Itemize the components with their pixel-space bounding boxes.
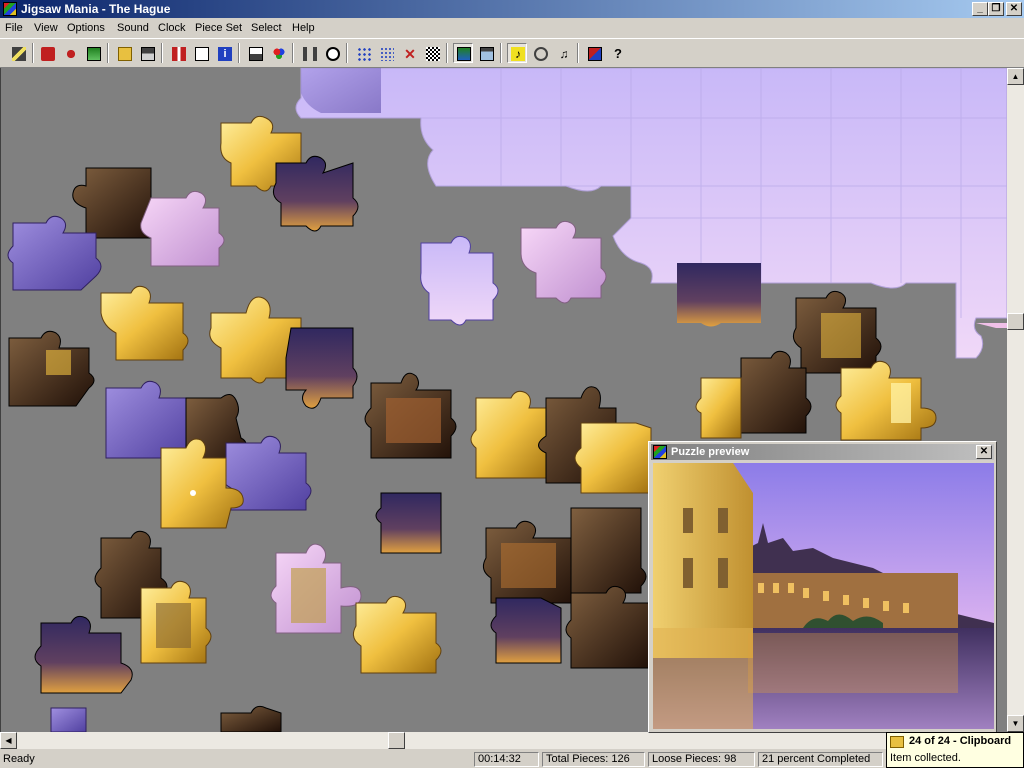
preview-icon[interactable] xyxy=(476,43,496,63)
title-bar: Jigsaw Mania - The Hague _ ❐ ✕ xyxy=(0,0,1024,18)
menu-piece-set[interactable]: Piece Set xyxy=(195,21,242,35)
notification-title: 24 of 24 - Clipboard xyxy=(909,735,1012,747)
notification-text: Item collected. xyxy=(890,752,961,764)
colors-icon[interactable] xyxy=(268,43,288,63)
loose-piece[interactable] xyxy=(695,377,742,439)
scroll-left-icon[interactable]: ◀ xyxy=(0,732,17,749)
menu-clock[interactable]: Clock xyxy=(158,21,186,35)
loose-piece[interactable] xyxy=(220,705,282,732)
toolbar-separator xyxy=(238,43,240,63)
scroll-down-icon[interactable]: ▼ xyxy=(1007,715,1024,732)
help-icon[interactable]: ? xyxy=(607,43,627,63)
loose-piece[interactable] xyxy=(733,350,812,434)
menu-options[interactable]: Options xyxy=(67,21,105,35)
restore-button[interactable]: ❐ xyxy=(988,2,1004,16)
clipboard-notification[interactable]: 24 of 24 - Clipboard Item collected. xyxy=(886,732,1024,768)
menu-select[interactable]: Select xyxy=(251,21,282,35)
loose-piece[interactable] xyxy=(565,585,652,669)
vertical-scrollbar[interactable]: ▲ ▼ xyxy=(1007,68,1024,732)
preview-close-button[interactable]: ✕ xyxy=(976,445,992,459)
sound-icon[interactable] xyxy=(530,43,550,63)
music-icon[interactable]: ♪ xyxy=(507,43,527,63)
toolbar-separator xyxy=(446,43,448,63)
puzzle-preview-window[interactable]: Puzzle preview ✕ xyxy=(648,441,997,733)
menu-file[interactable]: File xyxy=(5,21,23,35)
delete-icon[interactable]: ✕ xyxy=(399,43,419,63)
status-loose-pieces: Loose Pieces: 98 xyxy=(648,752,755,767)
toolbar-separator xyxy=(500,43,502,63)
timer-icon[interactable] xyxy=(299,43,319,63)
toolbar-separator xyxy=(292,43,294,63)
loose-piece[interactable] xyxy=(140,190,225,267)
loose-piece[interactable] xyxy=(482,520,577,604)
status-percent-completed: 21 percent Completed xyxy=(758,752,883,767)
properties-icon[interactable] xyxy=(245,43,265,63)
toolbar-separator xyxy=(346,43,348,63)
scatter-icon[interactable] xyxy=(60,43,80,63)
assembled-region[interactable] xyxy=(295,68,1007,359)
loose-piece[interactable] xyxy=(270,543,362,634)
menu-bar: File View Options Sound Clock Piece Set … xyxy=(0,18,1024,38)
loose-piece[interactable] xyxy=(375,492,442,554)
toolbar-separator xyxy=(577,43,579,63)
loose-piece[interactable] xyxy=(105,380,192,459)
preview-image xyxy=(653,463,994,729)
toolbar: i ✕ ♪ ♫ ? xyxy=(0,38,1024,68)
loose-piece[interactable] xyxy=(570,507,647,594)
loose-piece[interactable] xyxy=(272,155,359,232)
loose-piece[interactable] xyxy=(420,235,499,326)
window-title: Jigsaw Mania - The Hague xyxy=(21,2,171,16)
save-icon[interactable] xyxy=(137,43,157,63)
loose-piece[interactable] xyxy=(835,360,937,441)
jigsaw-app-icon[interactable] xyxy=(3,2,17,16)
horizontal-scroll-thumb[interactable] xyxy=(388,732,405,749)
loose-piece[interactable] xyxy=(574,422,652,494)
grid-select-icon[interactable] xyxy=(376,43,396,63)
vertical-scroll-thumb[interactable] xyxy=(1007,313,1024,330)
loose-piece[interactable] xyxy=(8,330,95,407)
loose-piece[interactable] xyxy=(34,615,133,694)
gift-icon[interactable] xyxy=(168,43,188,63)
preview-app-icon xyxy=(653,445,667,459)
minimize-button[interactable]: _ xyxy=(972,2,988,16)
preview-title-bar[interactable]: Puzzle preview ✕ xyxy=(651,444,994,460)
pattern-icon[interactable] xyxy=(422,43,442,63)
toolbar-separator xyxy=(161,43,163,63)
status-time: 00:14:32 xyxy=(474,752,539,767)
preview-title: Puzzle preview xyxy=(671,446,750,458)
loose-piece[interactable] xyxy=(140,580,212,664)
windows-icon[interactable] xyxy=(584,43,604,63)
menu-view[interactable]: View xyxy=(34,21,58,35)
loose-piece[interactable] xyxy=(50,707,87,732)
clock-icon[interactable] xyxy=(322,43,342,63)
scroll-up-icon[interactable]: ▲ xyxy=(1007,68,1024,85)
status-bar: Ready 00:14:32 Total Pieces: 126 Loose P… xyxy=(0,750,1024,768)
loose-piece[interactable] xyxy=(490,597,562,664)
menu-help[interactable]: Help xyxy=(292,21,315,35)
loose-piece[interactable] xyxy=(100,285,189,361)
horizontal-scrollbar[interactable]: ◀ ▶ xyxy=(0,732,1007,749)
picture-icon[interactable] xyxy=(83,43,103,63)
menu-sound[interactable]: Sound xyxy=(117,21,149,35)
background-icon[interactable] xyxy=(453,43,473,63)
loose-piece[interactable] xyxy=(285,327,358,409)
clipboard-icon xyxy=(890,736,904,748)
open-icon[interactable] xyxy=(114,43,134,63)
sound-settings-icon[interactable]: ♫ xyxy=(553,43,573,63)
loose-piece[interactable] xyxy=(364,372,457,459)
loose-piece[interactable] xyxy=(470,390,552,479)
magic-wand-icon[interactable] xyxy=(8,43,28,63)
info-icon[interactable]: i xyxy=(214,43,234,63)
loose-piece[interactable] xyxy=(520,220,607,304)
mail-icon[interactable] xyxy=(191,43,211,63)
toolbar-separator xyxy=(32,43,34,63)
toolbar-separator xyxy=(107,43,109,63)
status-total-pieces: Total Pieces: 126 xyxy=(542,752,645,767)
status-ready: Ready xyxy=(3,753,35,765)
loose-piece[interactable] xyxy=(792,290,882,374)
close-button[interactable]: ✕ xyxy=(1006,2,1022,16)
loose-piece[interactable] xyxy=(352,595,442,674)
new-puzzle-icon[interactable] xyxy=(37,43,57,63)
grid-icon[interactable] xyxy=(353,43,373,63)
